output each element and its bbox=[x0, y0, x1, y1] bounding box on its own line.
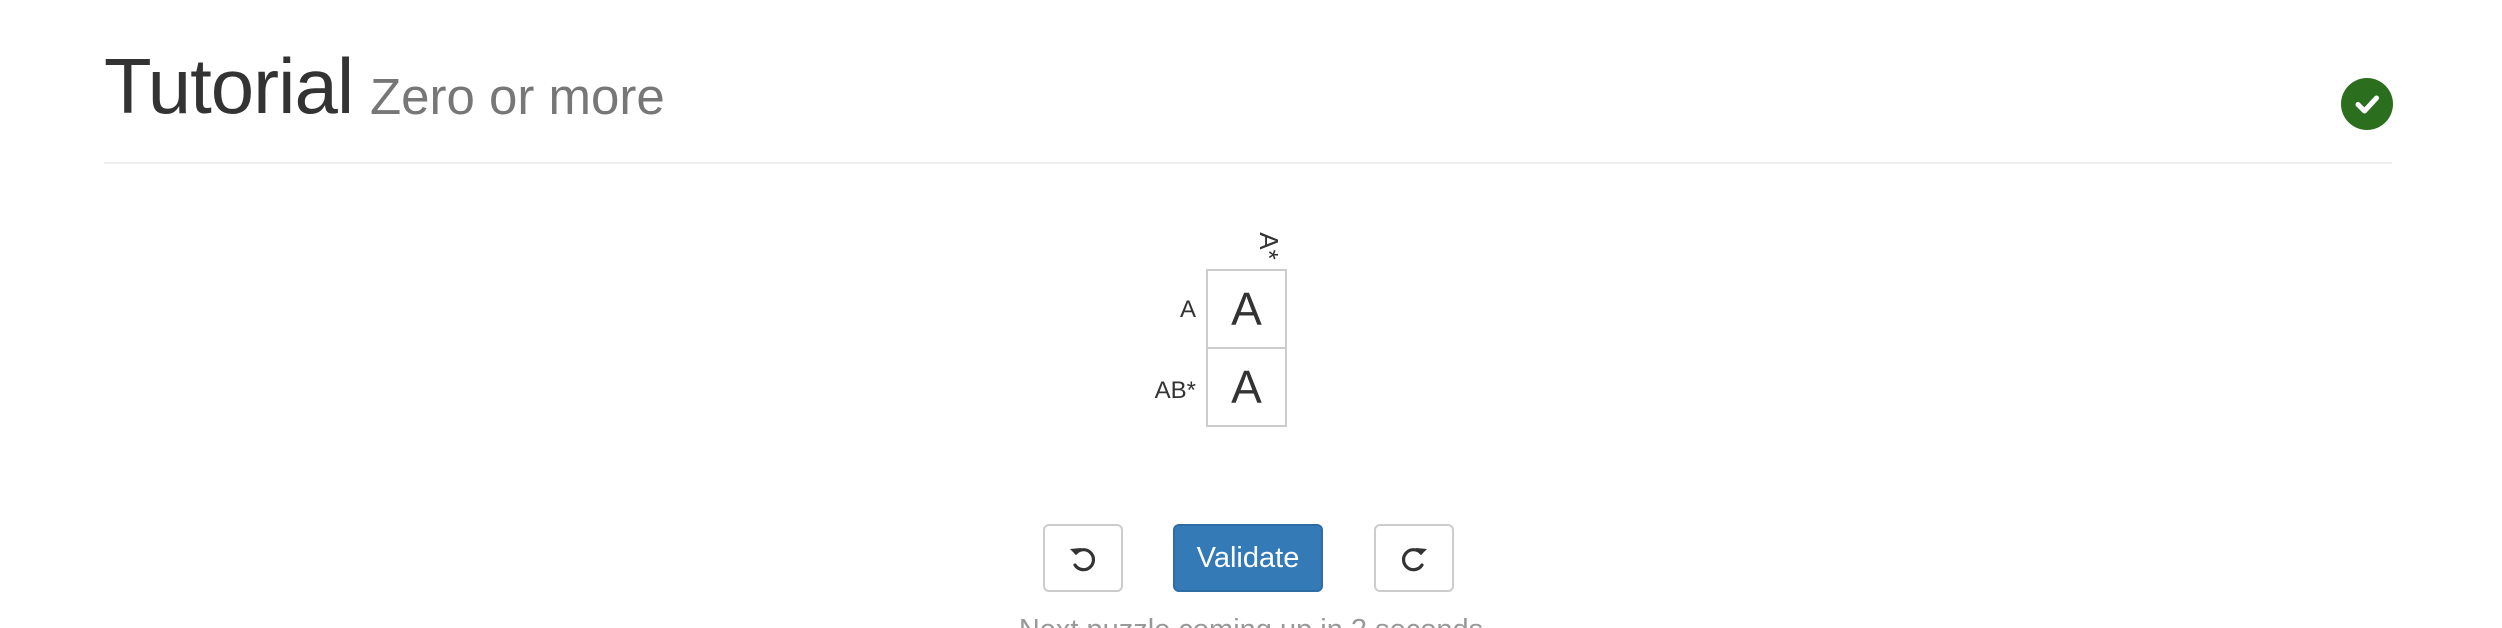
row-clue: A bbox=[1179, 296, 1196, 323]
page-header: Tutorial Zero or more bbox=[104, 40, 2393, 164]
page-title: Tutorial bbox=[104, 42, 354, 130]
page: Tutorial Zero or more A* A AB* A A Valid… bbox=[0, 0, 2502, 628]
undo-icon bbox=[1070, 548, 1096, 572]
column-clue: A* bbox=[1254, 232, 1285, 260]
undo-button[interactable] bbox=[1043, 524, 1123, 592]
checkmark-icon bbox=[2355, 95, 2379, 114]
grid-cell[interactable]: A bbox=[1206, 347, 1287, 427]
validate-button[interactable]: Validate bbox=[1173, 524, 1323, 592]
page-subtitle: Zero or more bbox=[370, 68, 665, 125]
row-clue: AB* bbox=[1154, 377, 1196, 404]
grid-cell[interactable]: A bbox=[1206, 269, 1287, 349]
redo-button[interactable] bbox=[1374, 524, 1454, 592]
check-circle-icon bbox=[2341, 78, 2393, 130]
status-message: Next puzzle coming up in 2 seconds bbox=[0, 612, 2502, 628]
puzzle-grid: A* A AB* A A bbox=[1000, 225, 1400, 435]
redo-icon bbox=[1401, 548, 1427, 572]
